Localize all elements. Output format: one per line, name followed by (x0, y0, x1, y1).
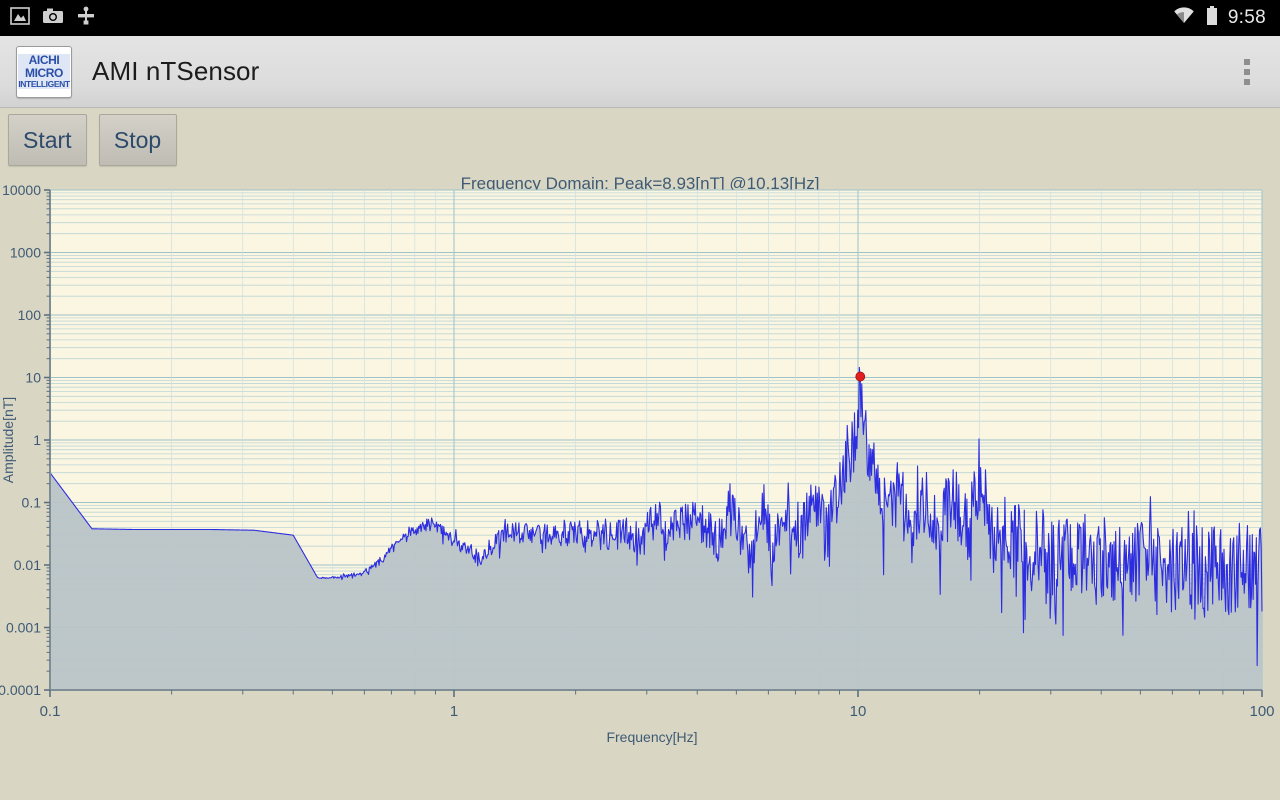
status-bar-left-icons (10, 6, 96, 31)
overflow-dot (1244, 58, 1250, 65)
y-axis-tick-label: 100 (18, 307, 42, 323)
x-axis-tick-label: 100 (1249, 703, 1274, 720)
y-axis-tick-label: 0.0001 (0, 682, 41, 698)
overflow-dot (1244, 68, 1250, 75)
usb-debug-icon (76, 6, 96, 31)
overflow-menu-icon[interactable] (1236, 53, 1258, 91)
plot-layer: 0.0001 0.001 0.01 0.1 1 10 100 1000 10000 0.1 1 10 1… (0, 182, 1275, 745)
y-axis-tick-label: 1000 (10, 245, 41, 261)
action-bar: AICHI MICRO INTELLIGENT AMI nTSensor (0, 36, 1280, 108)
control-bar: Start Stop (0, 108, 1280, 172)
x-axis-tick-label: 0.1 (40, 703, 61, 720)
chart-canvas: Frequency Domain: Peak=8.93[nT] @10.13[H… (0, 172, 1280, 800)
logo-line-3: INTELLIGENT (18, 78, 70, 89)
image-icon (10, 6, 30, 30)
y-axis-tick-label: 0.1 (22, 495, 42, 511)
start-button[interactable]: Start (8, 114, 87, 166)
y-axis-tick-label: 0.001 (6, 620, 41, 636)
app-title: AMI nTSensor (92, 56, 260, 86)
camera-icon (42, 7, 64, 30)
x-axis-tick-label: 10 (850, 703, 867, 720)
x-axis-tick-label: 1 (450, 703, 458, 720)
status-bar-clock: 9:58 (1227, 7, 1266, 28)
stop-button[interactable]: Stop (98, 114, 177, 166)
y-axis-label: Amplitude[nT] (0, 397, 16, 483)
x-axis-label: Frequency[Hz] (606, 729, 697, 745)
y-axis-tick-label: 1 (33, 432, 41, 448)
overflow-dot (1244, 78, 1250, 85)
battery-icon (1206, 5, 1218, 31)
y-axis-tick-label: 10000 (2, 182, 41, 198)
y-axis-tick-label: 0.01 (14, 557, 41, 573)
app-logo: AICHI MICRO INTELLIGENT (16, 45, 72, 98)
peak-marker (855, 371, 866, 382)
logo-line-2: MICRO (18, 67, 70, 80)
spectrum-chart: Frequency Domain: Peak=8.93[nT] @10.13[H… (0, 172, 1280, 800)
wifi-icon (1172, 6, 1196, 30)
status-bar-right-icons: 9:58 (1172, 5, 1266, 31)
y-axis-tick-label: 10 (25, 370, 41, 386)
status-bar: 9:58 (0, 0, 1280, 36)
